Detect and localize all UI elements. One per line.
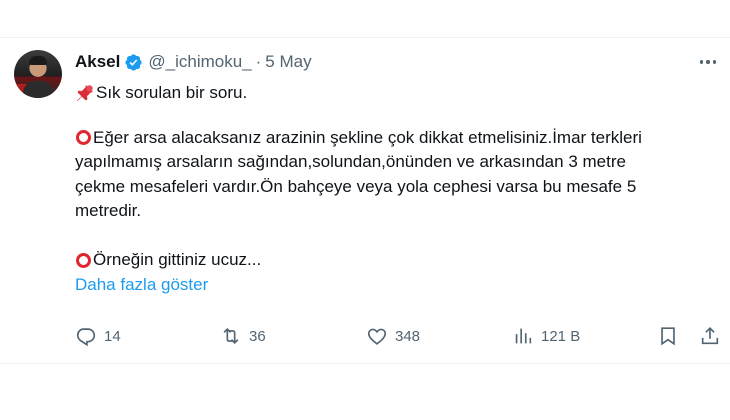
views-count: 121 B xyxy=(541,327,581,345)
text-line-1: Sık sorulan bir soru. xyxy=(96,83,248,102)
tweet-card[interactable]: Aksel @_ichimoku_ · 5 May Sık sorulan bi… xyxy=(0,37,730,364)
retweet-button[interactable]: 36 xyxy=(220,323,266,349)
text-gap xyxy=(75,106,715,126)
retweet-icon xyxy=(223,327,239,345)
tweet-date[interactable]: 5 May xyxy=(265,52,311,72)
views-button[interactable]: 121 B xyxy=(512,323,580,349)
header-separator: · xyxy=(255,52,262,71)
author-handle[interactable]: @_ichimoku_ xyxy=(148,52,251,72)
reply-icon xyxy=(76,328,96,347)
red-circle-icon xyxy=(76,130,91,146)
avatar[interactable] xyxy=(14,50,62,98)
heart-icon xyxy=(367,328,387,345)
text-line: Eğer arsa alacaksanız arazinin şekline ç… xyxy=(75,126,715,151)
pushpin-icon xyxy=(77,85,93,102)
red-circle-icon xyxy=(76,252,91,268)
share-button[interactable] xyxy=(699,323,721,349)
like-button[interactable]: 348 xyxy=(366,323,420,349)
bookmark-button[interactable] xyxy=(657,323,679,349)
views-chart-icon xyxy=(515,328,532,344)
like-count: 348 xyxy=(395,327,421,345)
text-line-5: metredir. xyxy=(75,201,142,220)
text-line-3: yapılmamış arsaların sağından,solundan,ö… xyxy=(75,152,626,171)
text-line: Sık sorulan bir soru. xyxy=(75,81,715,106)
text-line-6: Örneğin gittiniz ucuz... xyxy=(93,250,262,269)
avatar-hair xyxy=(29,56,47,65)
avatar-shirt xyxy=(23,81,53,98)
text-gap xyxy=(75,224,715,249)
text-line-4: çekme mesafeleri vardır.Ön bahçeye veya … xyxy=(75,176,637,196)
share-icon xyxy=(701,327,719,345)
verified-badge-icon[interactable] xyxy=(124,53,143,72)
tweet-text: Sık sorulan bir soru. Eğer arsa alacaksa… xyxy=(75,81,715,297)
action-bar: 14 36 348 121 B xyxy=(75,323,725,349)
reply-count: 14 xyxy=(104,327,121,345)
text-line-2: Eğer arsa alacaksanız arazinin şekline ç… xyxy=(93,127,642,147)
show-more-link[interactable]: Daha fazla göster xyxy=(75,273,715,298)
bookmark-icon xyxy=(661,327,675,346)
reply-button[interactable]: 14 xyxy=(75,323,121,349)
more-options-icon[interactable] xyxy=(696,52,720,72)
text-line: Örneğin gittiniz ucuz... xyxy=(75,248,715,273)
retweet-count: 36 xyxy=(249,327,266,345)
tweet-header: Aksel @_ichimoku_ · 5 May xyxy=(75,51,312,73)
author-name[interactable]: Aksel xyxy=(75,52,120,72)
